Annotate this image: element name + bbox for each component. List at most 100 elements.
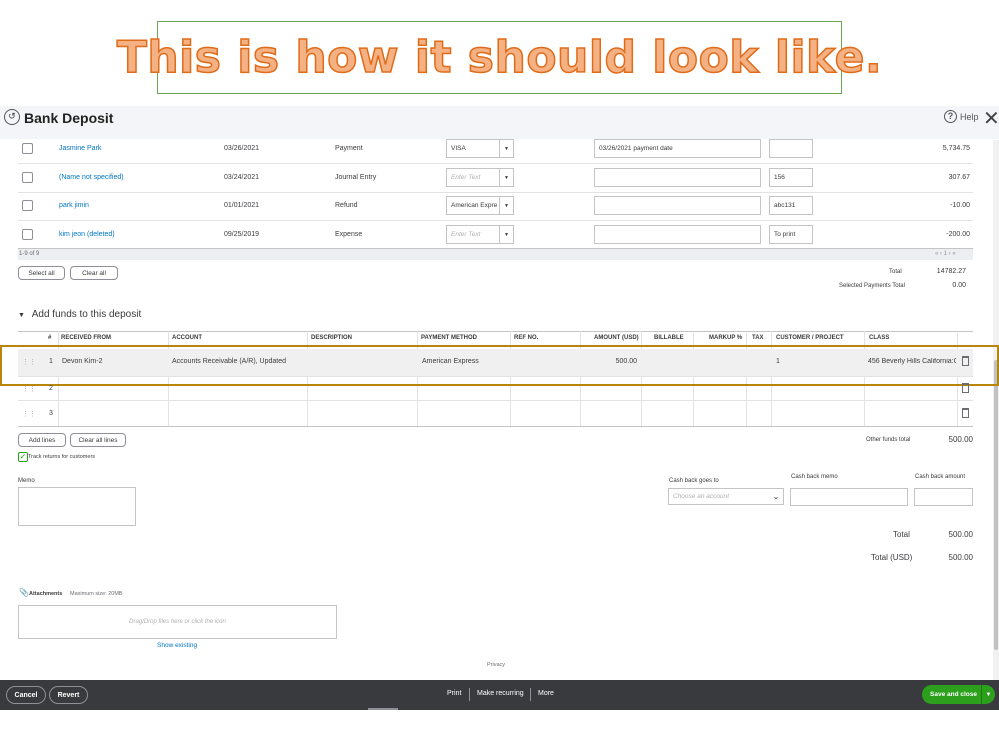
highlight-box	[0, 345, 999, 386]
cash-back-amount-input[interactable]	[914, 488, 973, 506]
payment-method-select[interactable]: American Expre ▼	[446, 196, 514, 215]
clear-all-button[interactable]: Clear all	[70, 266, 118, 280]
show-existing-link[interactable]: Show existing	[157, 642, 197, 649]
row-checkbox[interactable]	[22, 172, 33, 183]
trash-icon[interactable]	[962, 383, 969, 393]
drag-handle-icon[interactable]: ⋮⋮	[22, 385, 36, 393]
footer-toolbar: Cancel Revert Print Make recurring More …	[0, 680, 999, 710]
total-label: Total	[893, 530, 910, 539]
save-and-close-button[interactable]: Save and close	[922, 691, 981, 698]
payment-name[interactable]: (Name not specified)	[59, 174, 124, 181]
revert-button[interactable]: Revert	[49, 686, 88, 704]
drag-handle-icon[interactable]: ⋮⋮	[22, 410, 36, 418]
payment-ref-input[interactable]: 156	[769, 168, 813, 187]
row-checkbox[interactable]	[22, 200, 33, 211]
track-returns-checkbox[interactable]: ✓	[18, 452, 28, 462]
payment-type: Payment	[335, 145, 363, 152]
select-all-button[interactable]: Select all	[18, 266, 65, 280]
instruction-banner: This is how it should look like.	[116, 21, 882, 94]
row-checkbox[interactable]	[22, 229, 33, 240]
make-recurring-button[interactable]: Make recurring	[477, 690, 524, 697]
privacy-link[interactable]: Privacy	[487, 662, 505, 668]
paperclip-icon[interactable]: 📎	[19, 588, 29, 597]
save-and-close-split-button[interactable]: Save and close ▼	[922, 685, 995, 704]
payment-amount: 307.67	[948, 174, 970, 181]
col-received-from: RECEIVED FROM	[61, 335, 112, 341]
close-icon[interactable]: ✕	[983, 106, 999, 131]
col-class: CLASS	[869, 335, 890, 341]
funds-row-num: 3	[49, 410, 53, 417]
chevron-down-icon: ▼	[499, 140, 513, 157]
table-footer-bar	[18, 248, 973, 260]
add-lines-button[interactable]: Add lines	[18, 433, 66, 447]
resize-handle[interactable]	[368, 708, 398, 710]
add-funds-section-toggle[interactable]: ▼ Add funds to this deposit	[18, 309, 141, 320]
payment-name[interactable]: Jasmine Park	[59, 145, 101, 152]
add-funds-title: Add funds to this deposit	[31, 309, 142, 320]
clear-all-lines-button[interactable]: Clear all lines	[70, 433, 126, 447]
more-button[interactable]: More	[538, 690, 554, 697]
payment-memo-input[interactable]: 03/26/2021 payment date	[594, 139, 761, 158]
memo-label: Memo	[18, 478, 35, 484]
chevron-down-icon[interactable]: ▼	[981, 685, 995, 704]
attachment-dropzone[interactable]: Drag/Drop files here or click the icon	[18, 605, 337, 639]
total-value: 500.00	[948, 530, 973, 539]
track-returns-label: Track returns for customers	[28, 454, 96, 460]
payment-method-placeholder: Enter Text	[451, 231, 481, 238]
payment-amount: -10.00	[950, 202, 970, 209]
cash-back-memo-input[interactable]	[790, 488, 908, 506]
pagination-controls[interactable]: « ‹ 1 › »	[935, 251, 956, 257]
page-header: ↺ Bank Deposit ? Help ✕	[0, 106, 999, 139]
print-button[interactable]: Print	[447, 690, 461, 697]
memo-textarea[interactable]	[18, 487, 136, 526]
other-funds-total-label: Other funds total	[866, 437, 911, 443]
payment-type: Expense	[335, 231, 363, 238]
recent-transactions-icon[interactable]: ↺	[4, 109, 20, 125]
payment-method-select[interactable]: Enter Text ▼	[446, 225, 514, 244]
selected-payments-label: Selected Payments Total	[839, 283, 905, 289]
payment-method-select[interactable]: VISA ▼	[446, 139, 514, 158]
payment-name[interactable]: kim jeon (deleted)	[59, 231, 115, 238]
scrollbar-thumb[interactable]	[994, 360, 998, 650]
row-checkbox[interactable]	[22, 143, 33, 154]
attachments-max-size: Maximum size: 20MB	[70, 591, 123, 597]
col-tax: TAX	[752, 335, 764, 341]
help-button[interactable]: ? Help	[944, 110, 979, 123]
payment-memo-input[interactable]	[594, 225, 761, 244]
payment-ref-input[interactable]: abc131	[769, 196, 813, 215]
cash-back-account-placeholder: Choose an account	[673, 493, 730, 500]
payment-amount: -200.00	[946, 231, 970, 238]
cancel-button[interactable]: Cancel	[6, 686, 46, 704]
page-title: Bank Deposit	[24, 110, 114, 126]
payment-type: Refund	[335, 202, 358, 209]
trash-icon[interactable]	[962, 408, 969, 418]
payments-total-label: Total	[889, 269, 902, 275]
payment-name[interactable]: park jimin	[59, 202, 89, 209]
payment-memo-input[interactable]	[594, 196, 761, 215]
cash-back-account-select[interactable]: Choose an account ⌄	[668, 488, 784, 505]
col-customer-project: CUSTOMER / PROJECT	[776, 335, 844, 341]
chevron-down-icon: ▼	[499, 226, 513, 243]
payment-type: Journal Entry	[335, 174, 377, 181]
banner-text: This is how it should look like.	[116, 31, 883, 84]
payment-memo-input[interactable]	[594, 168, 761, 187]
col-num: #	[48, 335, 52, 341]
col-billable: BILLABLE	[654, 335, 684, 341]
cash-back-goes-to-label: Cash back goes to	[669, 478, 719, 484]
col-amount: AMOUNT (USD)	[594, 335, 639, 341]
payment-amount: 5,734.75	[942, 145, 970, 152]
attachments-label: Attachments	[29, 591, 63, 597]
payment-method-placeholder: Enter Text	[451, 174, 481, 181]
payment-method-select[interactable]: Enter Text ▼	[446, 168, 514, 187]
payment-ref-input[interactable]: To print	[769, 225, 813, 244]
payment-ref-input[interactable]	[769, 139, 813, 158]
cash-back-memo-label: Cash back memo	[791, 474, 838, 480]
help-icon: ?	[944, 110, 957, 123]
col-ref-no: REF NO.	[514, 335, 539, 341]
col-markup: MARKUP %	[709, 335, 743, 341]
payments-total-value: 14782.27	[936, 268, 966, 275]
payment-date: 01/01/2021	[224, 202, 260, 209]
payment-date: 03/24/2021	[224, 174, 260, 181]
chevron-down-icon: ▼	[499, 197, 513, 214]
caret-down-icon: ▼	[18, 312, 25, 319]
